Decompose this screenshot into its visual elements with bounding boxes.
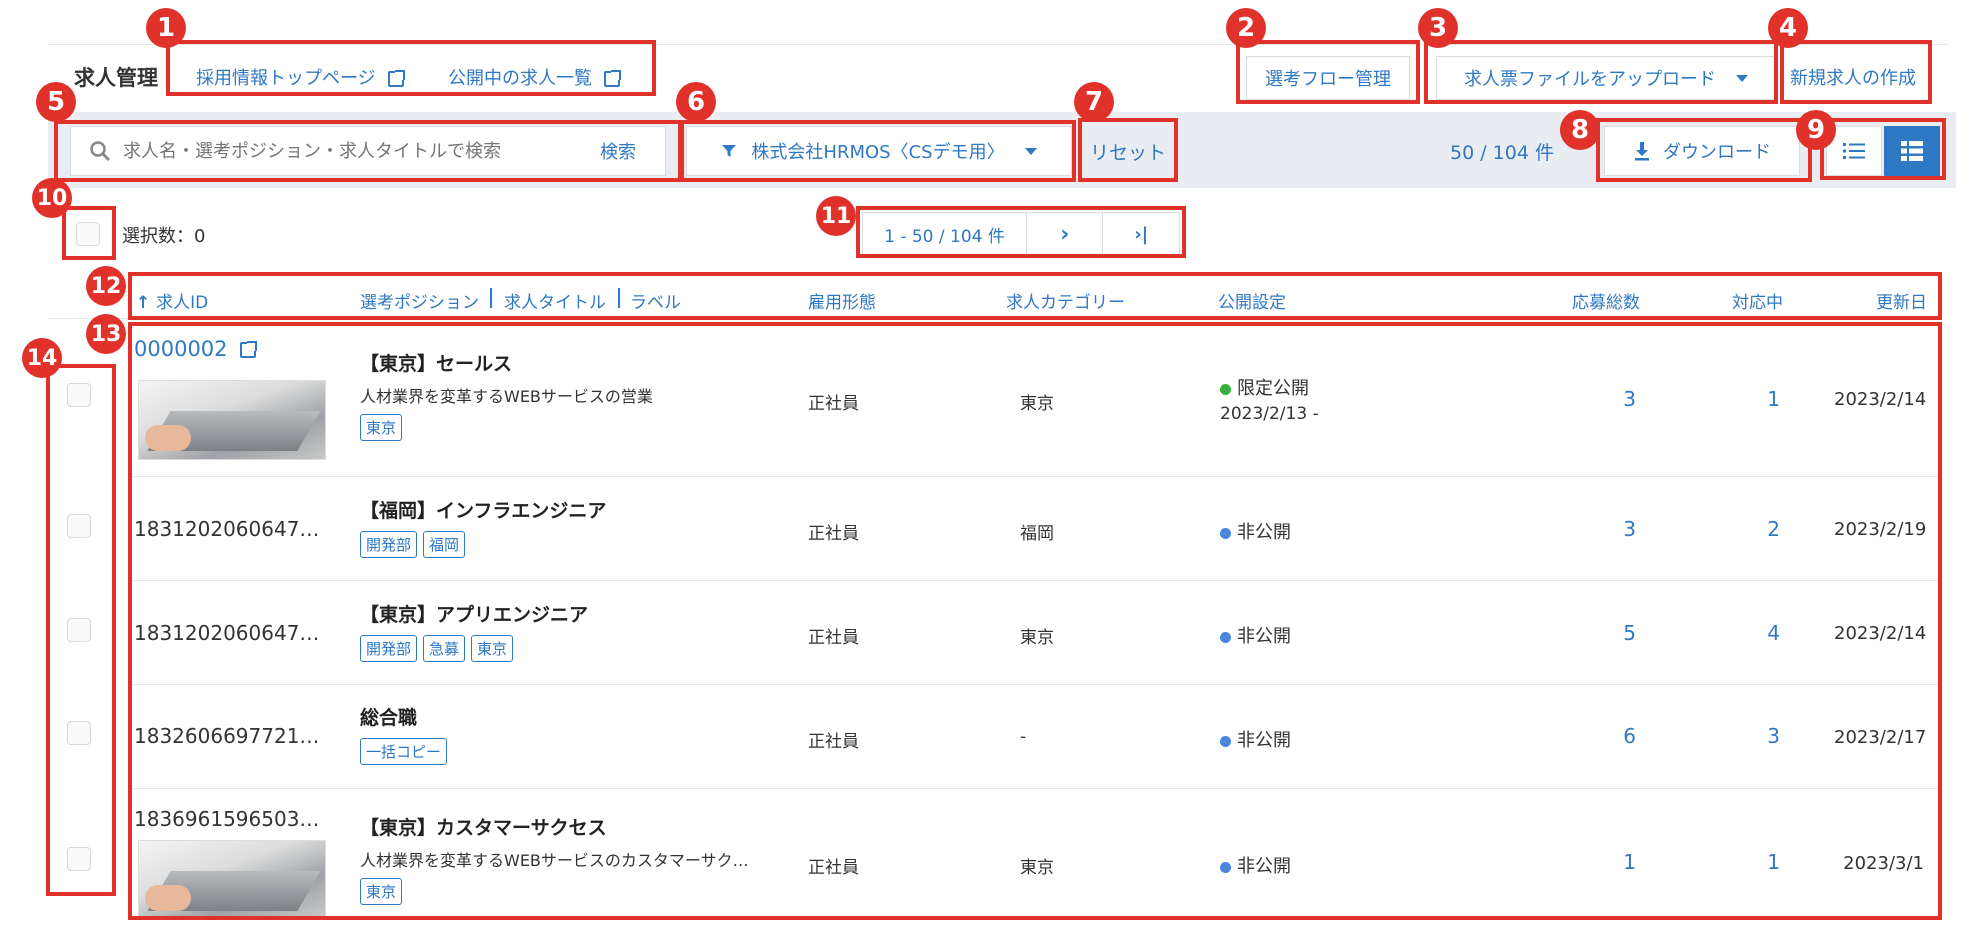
annotation-badge-10: 10 [32,178,72,218]
annotation-badge-6: 6 [676,82,716,122]
annotation-badge-3: 3 [1418,8,1458,48]
annotation-badge-9: 9 [1796,110,1836,150]
annotation-box-9 [1820,118,1946,180]
annotation-badge-14: 14 [22,338,62,378]
result-count: 50 / 104 件 [1450,142,1554,164]
annotation-box-12 [128,272,1942,320]
annotation-badge-7: 7 [1074,82,1114,122]
annotation-box-8 [1596,118,1812,182]
annotation-badge-1: 1 [146,8,186,48]
selection-count: 選択数：0 [122,226,206,247]
annotation-badge-13: 13 [86,314,126,354]
annotation-badge-12: 12 [86,266,126,306]
annotation-box-13 [128,322,1942,920]
page-title: 求人管理 [74,66,158,90]
annotation-box-3 [1424,40,1778,104]
annotation-box-4 [1780,40,1932,104]
annotation-box-6 [680,120,1076,182]
annotation-badge-11: 11 [816,196,856,236]
annotation-box-10 [62,206,116,260]
annotation-box-5 [54,120,682,182]
annotation-badge-5: 5 [36,82,76,122]
annotation-badge-2: 2 [1226,8,1266,48]
annotation-box-2 [1236,40,1420,104]
annotation-box-14 [46,364,116,896]
annotation-box-7 [1078,118,1178,182]
annotation-badge-4: 4 [1768,8,1808,48]
annotation-box-11 [856,206,1186,258]
annotation-badge-8: 8 [1560,110,1600,150]
annotation-box-1 [166,40,656,96]
